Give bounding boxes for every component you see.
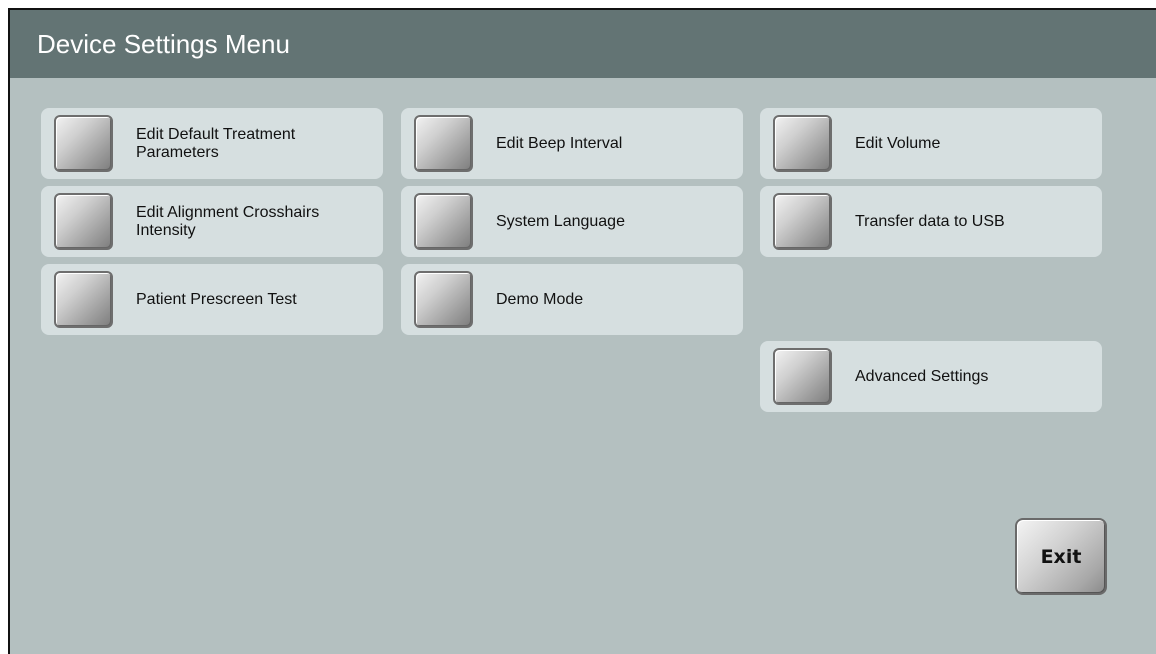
button-knob-icon [54, 271, 113, 328]
exit-button[interactable]: Exit [1015, 518, 1107, 595]
system-language-button[interactable]: System Language [401, 186, 743, 257]
demo-mode-button[interactable]: Demo Mode [401, 264, 743, 335]
button-knob-icon [773, 115, 832, 172]
button-knob-icon [54, 115, 113, 172]
patient-prescreen-test-button[interactable]: Patient Prescreen Test [41, 264, 383, 335]
button-knob-icon [54, 193, 113, 250]
edit-default-treatment-parameters-button[interactable]: Edit Default Treatment Parameters [41, 108, 383, 179]
menu-item-label: Transfer data to USB [855, 212, 1005, 230]
edit-beep-interval-button[interactable]: Edit Beep Interval [401, 108, 743, 179]
device-settings-window: Device Settings Menu Edit Default Treatm… [8, 8, 1156, 654]
menu-item-label: Edit Volume [855, 134, 941, 152]
button-knob-icon [414, 115, 473, 172]
advanced-settings-button[interactable]: Advanced Settings [760, 341, 1102, 412]
edit-alignment-crosshairs-intensity-button[interactable]: Edit Alignment Crosshairs Intensity [41, 186, 383, 257]
button-knob-icon [773, 348, 832, 405]
button-knob-icon [773, 193, 832, 250]
menu-item-label: Edit Beep Interval [496, 134, 623, 152]
button-knob-icon [414, 271, 473, 328]
menu-item-label: Edit Default Treatment Parameters [136, 125, 296, 161]
menu-item-label: System Language [496, 212, 625, 230]
button-knob-icon [414, 193, 473, 250]
edit-volume-button[interactable]: Edit Volume [760, 108, 1102, 179]
transfer-data-to-usb-button[interactable]: Transfer data to USB [760, 186, 1102, 257]
menu-item-label: Advanced Settings [855, 367, 989, 385]
menu-item-label: Demo Mode [496, 290, 584, 308]
menu-item-label: Patient Prescreen Test [136, 290, 297, 308]
page-title: Device Settings Menu [10, 10, 1156, 78]
menu-item-label: Edit Alignment Crosshairs Intensity [136, 203, 320, 239]
